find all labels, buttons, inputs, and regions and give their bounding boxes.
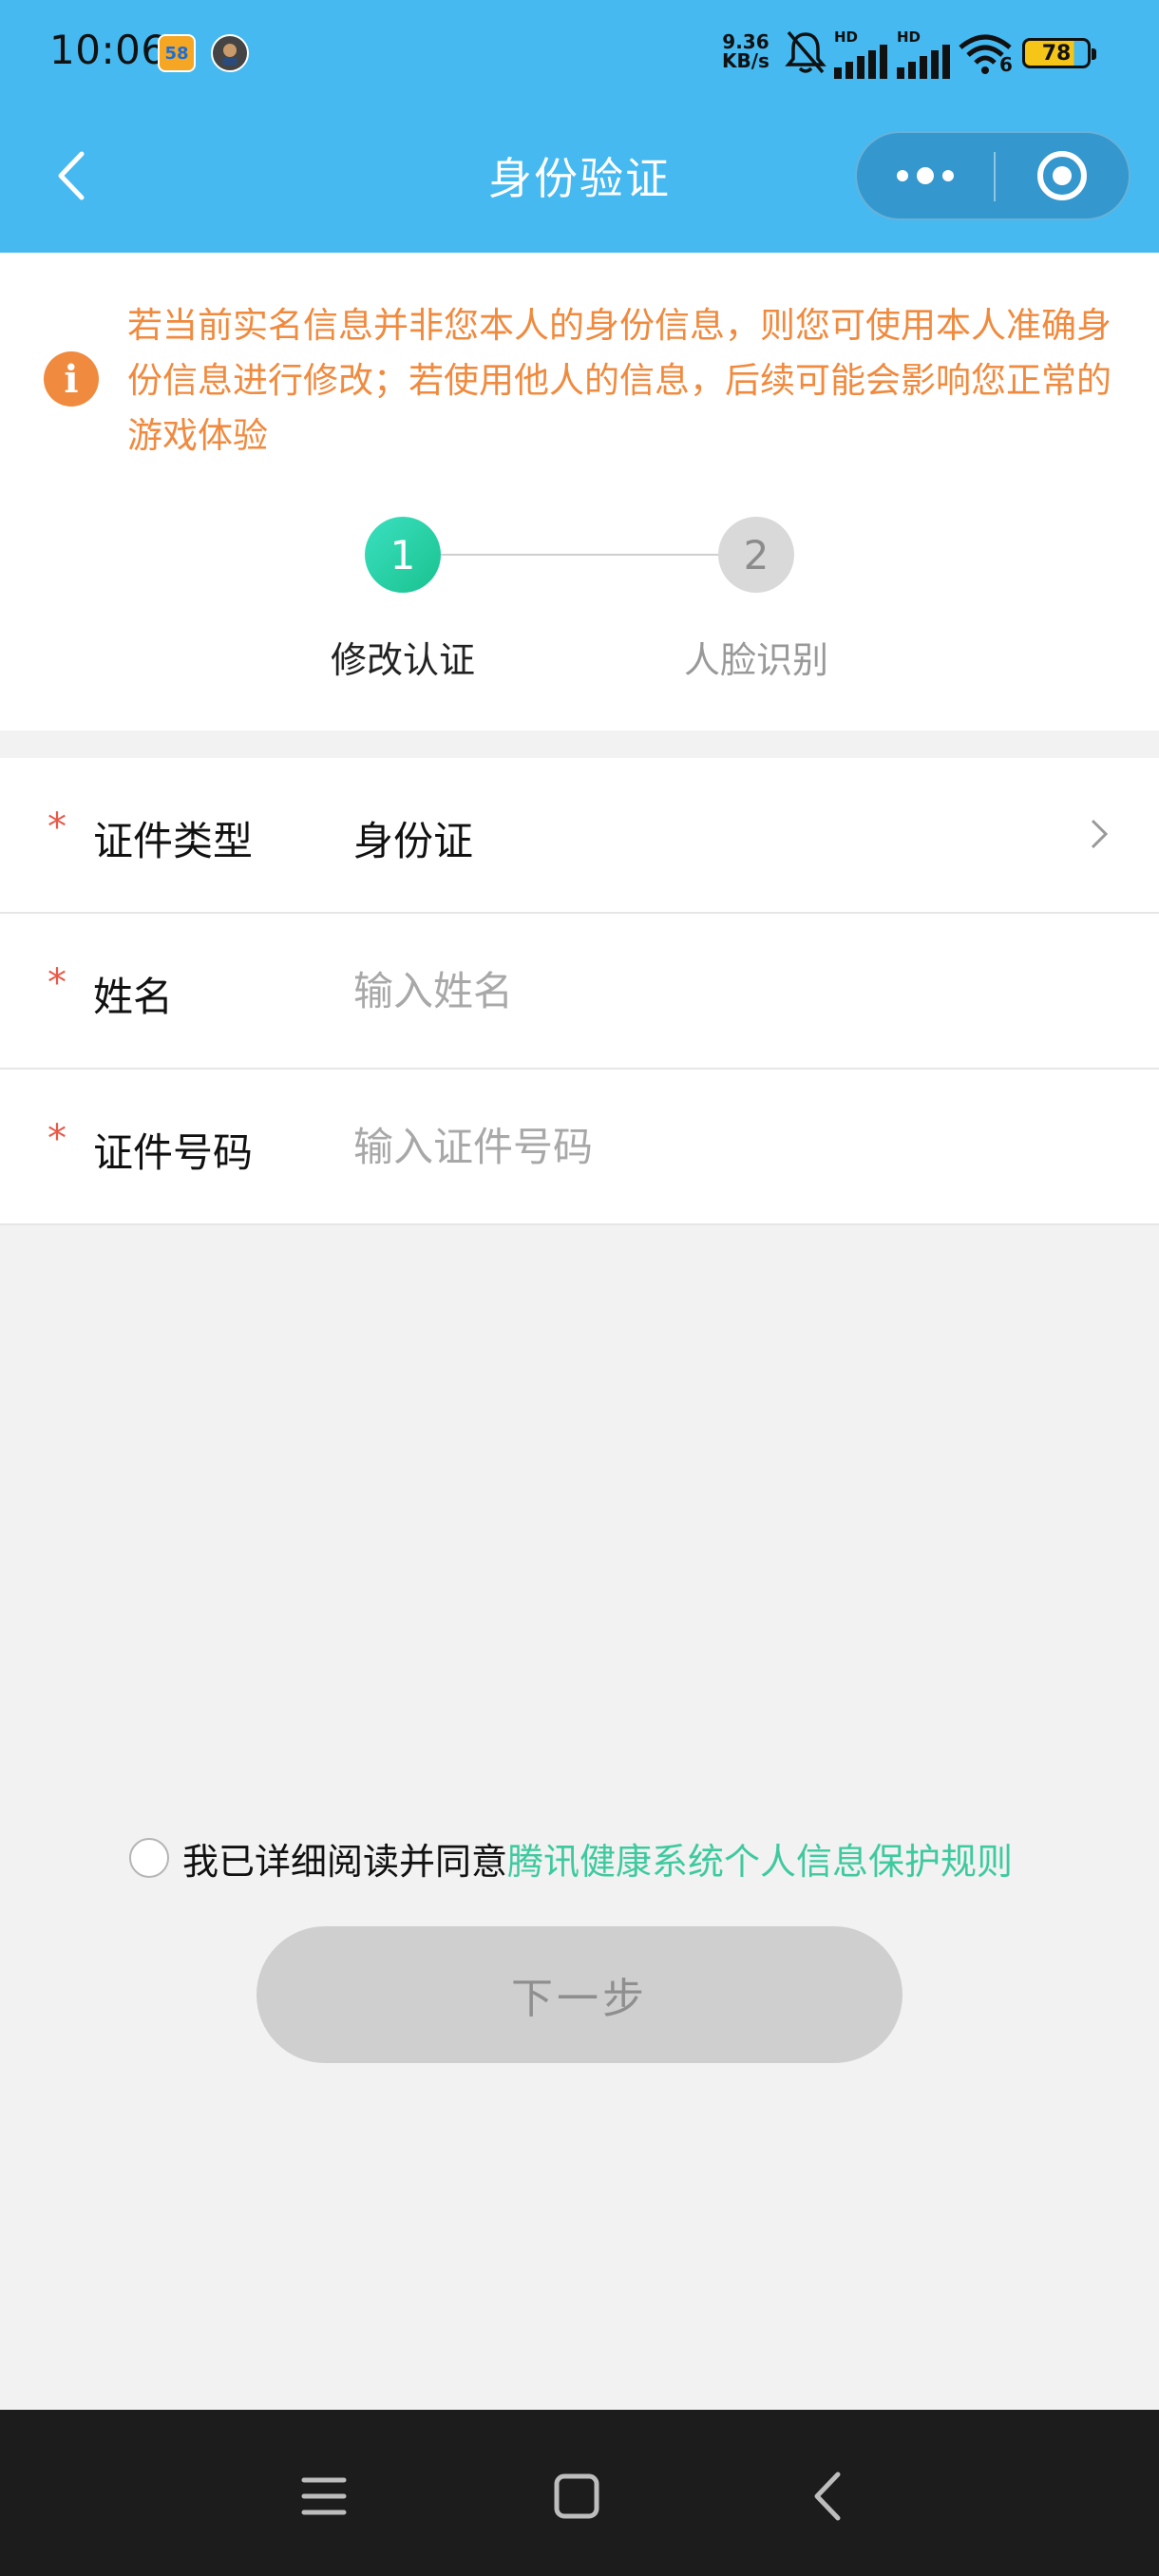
signal-1-hd-label: HD: [834, 28, 859, 46]
notice-text: 若当前实名信息并非您本人的身份信息，则您可使用本人准确身份信息进行修改；若使用他…: [127, 305, 1112, 456]
required-mark: *: [48, 805, 66, 849]
signal-strength-2-icon: HD: [897, 30, 950, 83]
required-mark: *: [48, 1117, 66, 1161]
info-icon: i: [44, 351, 99, 407]
battery-indicator: 78: [1022, 38, 1096, 68]
id-type-label: 证件类型: [93, 818, 254, 864]
step-2-label: 人脸识别: [683, 639, 828, 681]
id-number-input[interactable]: [353, 1113, 1113, 1180]
back-arrow-icon: [814, 2472, 841, 2521]
network-speed: 9.36 KB/s: [722, 32, 770, 70]
id-number-row: * 证件号码: [0, 1070, 1159, 1225]
target-circle-icon: [1037, 151, 1087, 200]
game-app-icon: [211, 34, 249, 72]
name-input[interactable]: [353, 957, 1113, 1024]
name-label: 姓名: [93, 974, 174, 1020]
agreement-checkbox[interactable]: [129, 1838, 169, 1878]
recent-apps-button[interactable]: [293, 2465, 355, 2528]
menu-icon: [301, 2477, 347, 2515]
name-row: * 姓名: [0, 914, 1159, 1070]
chevron-right-icon: [1091, 819, 1109, 849]
system-nav-bar: [0, 2410, 1159, 2576]
more-dots-icon: [897, 167, 954, 184]
agreement-row: 我已详细阅读并同意 腾讯健康系统个人信息保护规则: [129, 1831, 1079, 1885]
nav-bar: 身份验证: [0, 106, 1159, 253]
agreement-text: 我已详细阅读并同意: [182, 1840, 508, 1883]
info-card: i 若当前实名信息并非您本人的身份信息，则您可使用本人准确身份信息进行修改；若使…: [0, 253, 1159, 730]
header: 10:06 58 9.36 KB/s HD HD 6 78 身份验证: [0, 0, 1159, 253]
signal-2-hd-label: HD: [897, 28, 922, 46]
system-back-button[interactable]: [798, 2465, 861, 2528]
home-button[interactable]: [545, 2465, 608, 2528]
step-connector: [441, 554, 718, 556]
status-bar: 10:06 58 9.36 KB/s HD HD 6 78: [0, 0, 1159, 106]
step-1-circle: 1: [365, 517, 441, 593]
step-1-label: 修改认证: [330, 639, 475, 681]
wifi-6-label: 6: [999, 53, 1013, 76]
more-button[interactable]: [857, 133, 995, 218]
next-step-button[interactable]: 下一步: [256, 1926, 902, 2063]
signal-strength-1-icon: HD: [834, 30, 887, 83]
app-58-icon: 58: [158, 34, 196, 72]
home-square-icon: [554, 2473, 599, 2519]
privacy-rules-link[interactable]: 腾讯健康系统个人信息保护规则: [507, 1832, 1013, 1885]
identity-form: * 证件类型 身份证 * 姓名 * 证件号码: [0, 758, 1159, 1225]
status-time: 10:06: [49, 27, 167, 73]
network-speed-value: 9.36: [722, 30, 770, 53]
miniprogram-capsule: [855, 131, 1130, 220]
network-speed-unit: KB/s: [722, 49, 770, 72]
required-mark: *: [48, 961, 66, 1005]
id-type-value[interactable]: 身份证: [353, 809, 473, 867]
bell-muted-icon: [785, 30, 826, 74]
step-2-circle: 2: [718, 517, 794, 593]
step-indicator: 1 2 修改认证 人脸识别: [0, 500, 1159, 690]
wifi-icon: 6: [958, 32, 1013, 80]
close-miniprogram-button[interactable]: [996, 133, 1130, 218]
id-number-label: 证件号码: [93, 1129, 254, 1176]
id-type-row[interactable]: * 证件类型 身份证: [0, 758, 1159, 914]
